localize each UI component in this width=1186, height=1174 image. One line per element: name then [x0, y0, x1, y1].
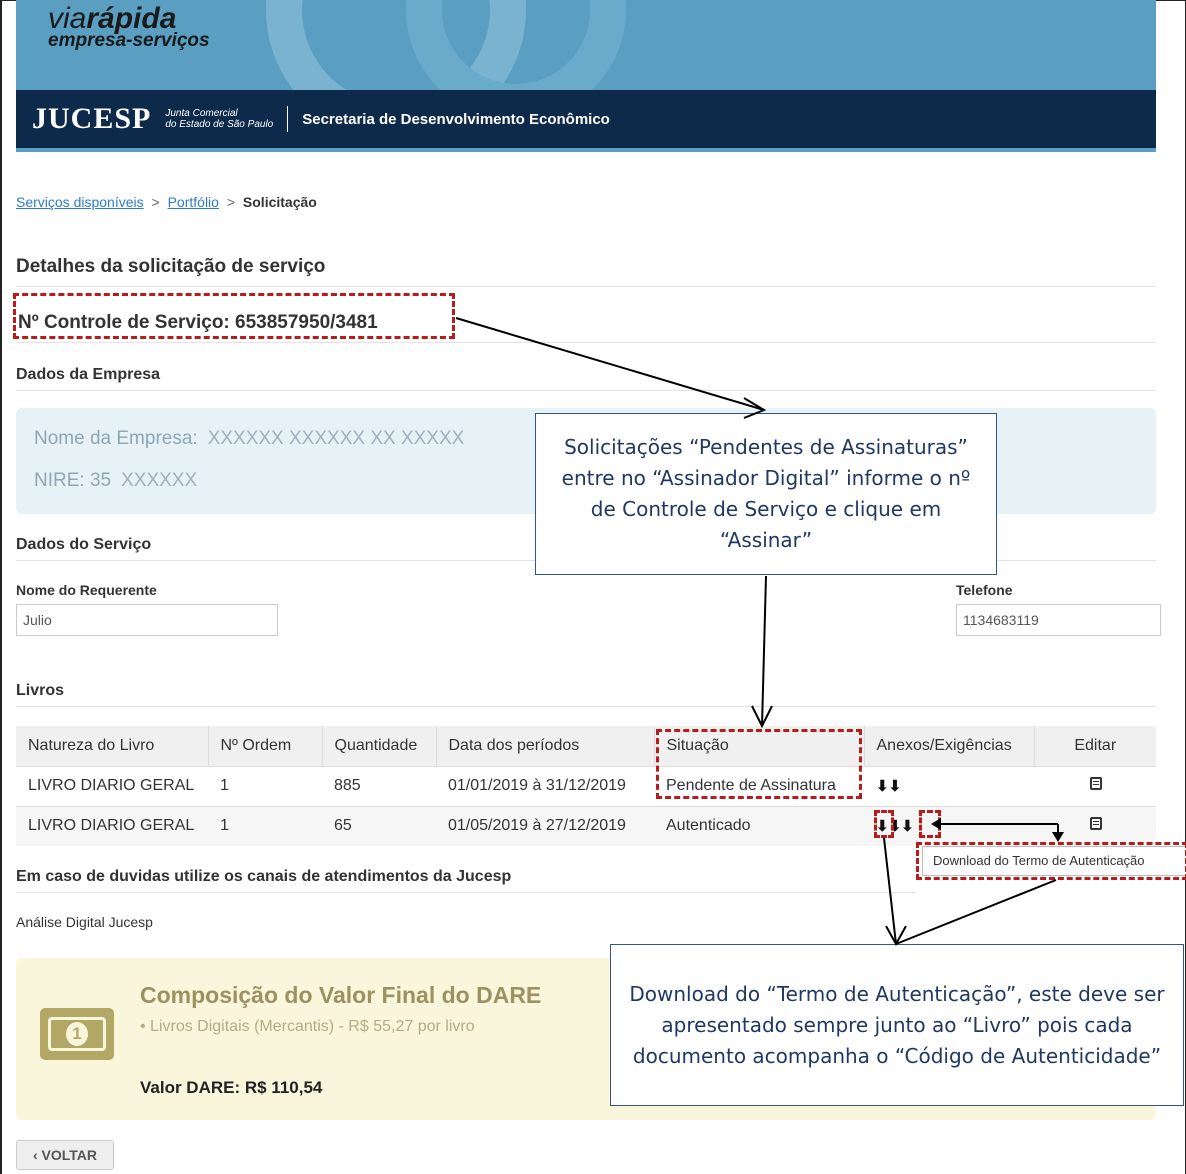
arrowhead [931, 818, 941, 830]
arrow-tooltip [895, 879, 1057, 945]
arrow-download [883, 837, 897, 945]
arrow-controle [455, 317, 765, 411]
arrow-situacao [761, 575, 767, 727]
arrowhead [1052, 832, 1064, 842]
annotation-arrows [455, 317, 1064, 947]
